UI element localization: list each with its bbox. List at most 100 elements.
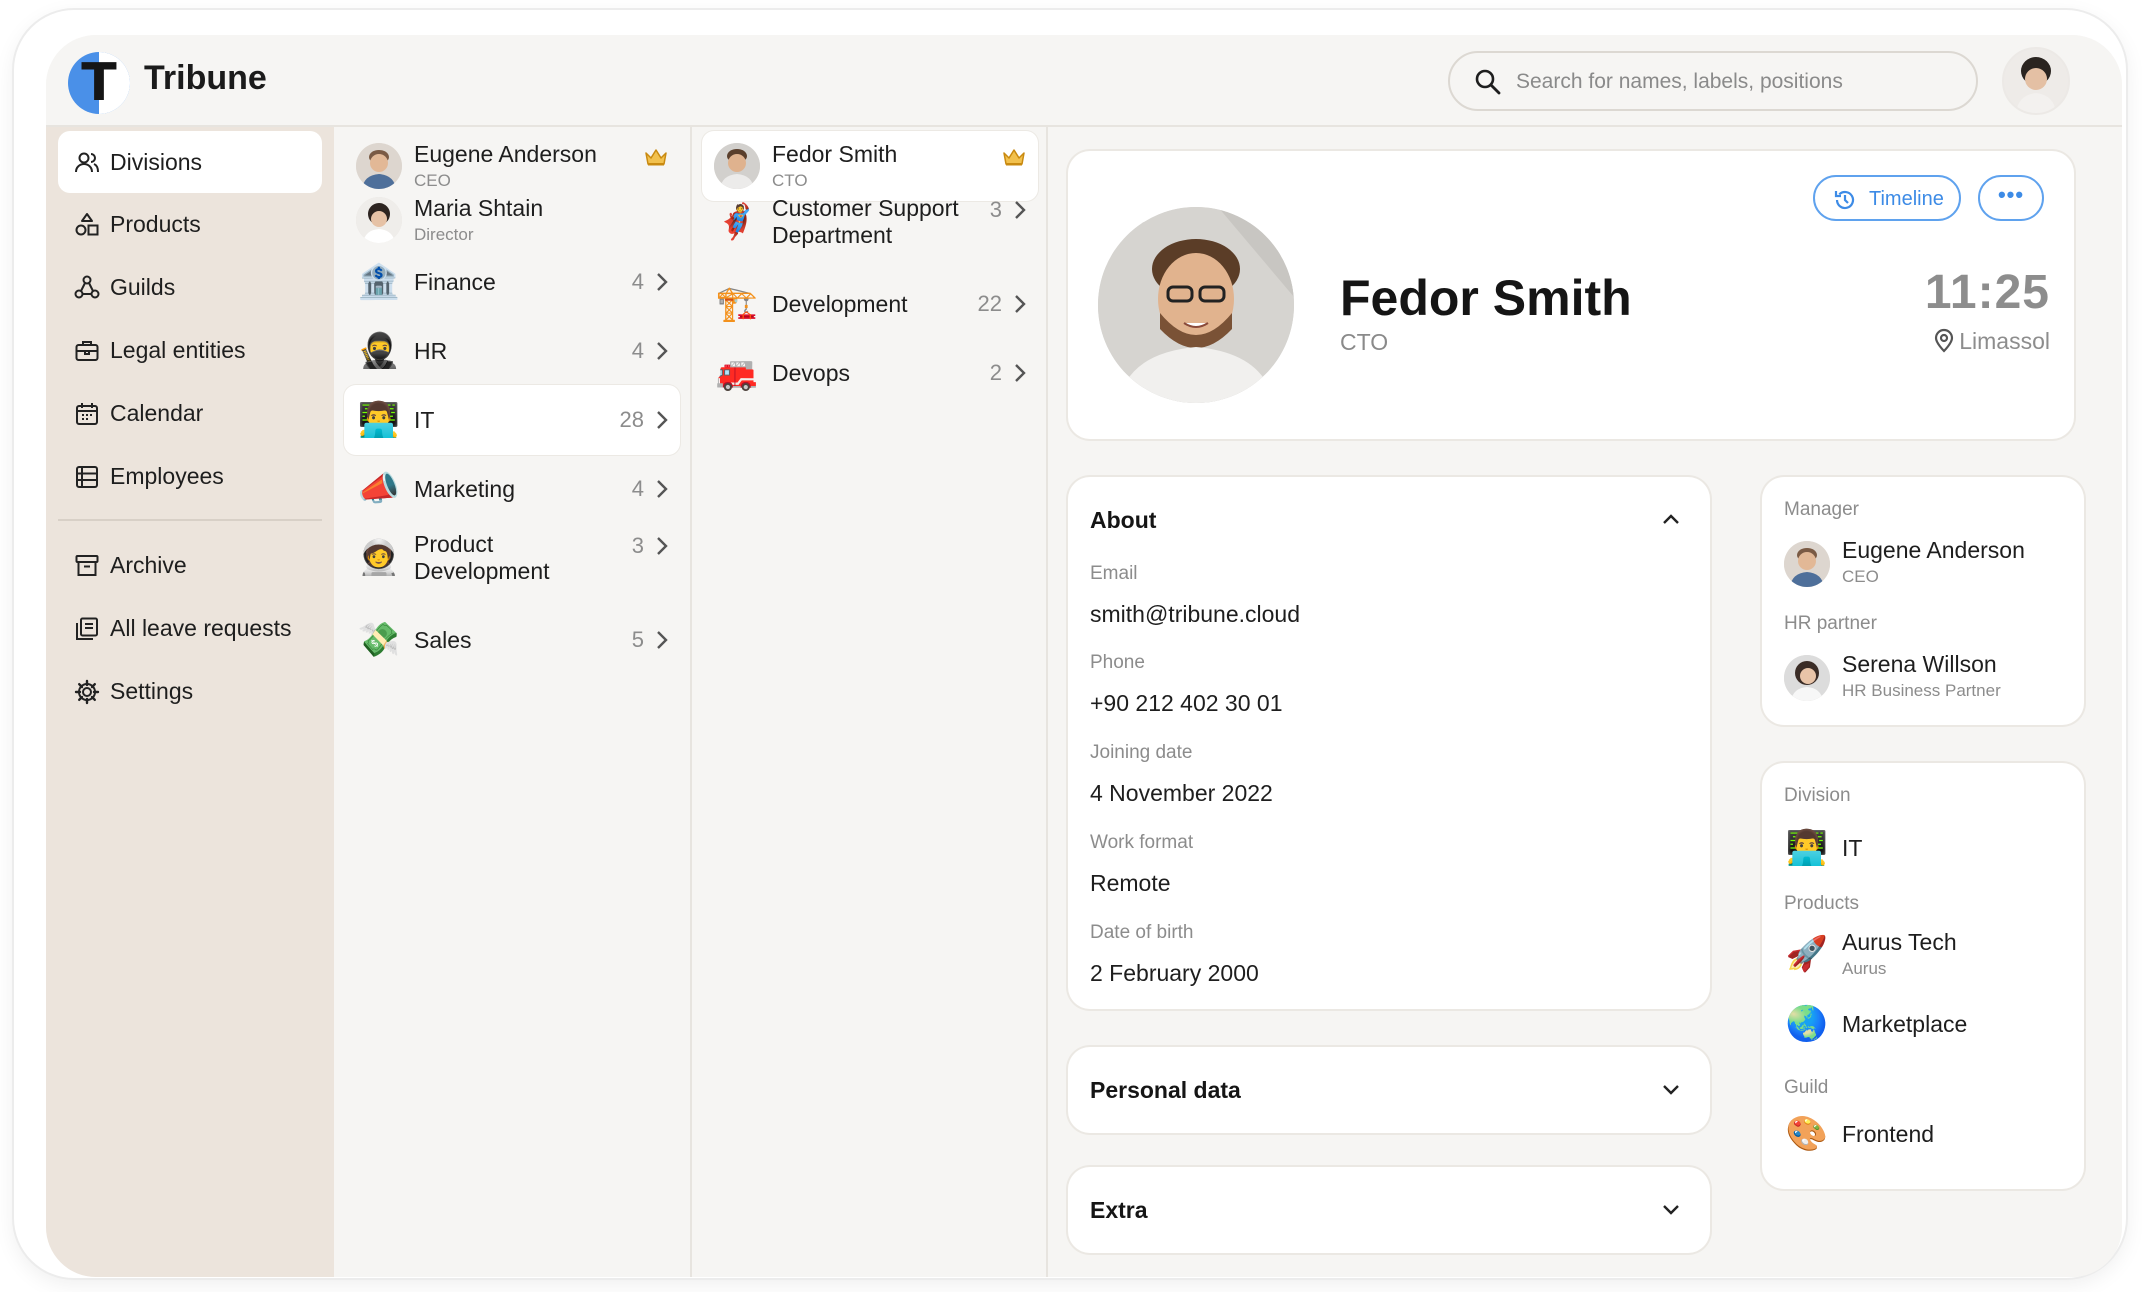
timeline-label: Timeline xyxy=(1869,188,1944,210)
division-name: Marketing xyxy=(414,476,515,502)
top-bar: T Tribune xyxy=(46,35,2122,127)
search-input[interactable] xyxy=(1516,63,1956,101)
superhero-icon: 🦸 xyxy=(715,202,759,242)
sidebar-item-divisions[interactable]: Divisions xyxy=(58,131,322,193)
chevron-right-icon xyxy=(1015,364,1026,382)
member-count: 22 xyxy=(977,291,1002,316)
chevron-up-icon[interactable] xyxy=(1662,513,1680,525)
division-name: IT xyxy=(1842,835,1863,861)
construction-crane-icon: 🏗️ xyxy=(715,284,759,324)
sidebar-item-label: Legal entities xyxy=(110,337,246,363)
product-name: Aurus Tech xyxy=(1842,929,1957,955)
globe-icon: 🌏 xyxy=(1785,1004,1829,1044)
app-screen: T Tribune Divisions Products Guilds Lega… xyxy=(46,35,2122,1277)
date-of-birth-value: 2 February 2000 xyxy=(1090,960,1259,986)
division-row-it[interactable]: 👨‍💻 IT 28 xyxy=(344,385,680,455)
division-row-sales[interactable]: 💸 Sales 5 xyxy=(344,605,680,675)
sidebar-item-label: All leave requests xyxy=(110,615,292,641)
team-row-customer-support[interactable]: 🦸 Customer Support Department 3 xyxy=(702,187,1038,267)
person-row-maria-shtain[interactable]: Maria Shtain Director xyxy=(344,185,680,255)
documents-icon xyxy=(76,617,98,640)
avatar xyxy=(714,143,760,189)
local-time: 11:25 xyxy=(1924,266,2050,319)
hr-partner-role: HR Business Partner xyxy=(1842,681,2001,700)
money-icon: 💸 xyxy=(357,620,401,660)
division-row-marketing[interactable]: 📣 Marketing 4 xyxy=(344,454,680,524)
product-name: Marketplace xyxy=(1842,1011,1968,1037)
sidebar-item-calendar[interactable]: Calendar xyxy=(58,382,322,444)
member-count: 3 xyxy=(989,197,1002,222)
chevron-right-icon xyxy=(1015,295,1026,313)
email-label: Email xyxy=(1090,563,1138,584)
chevron-right-icon xyxy=(657,480,668,498)
division-row-hr[interactable]: 🥷 HR 4 xyxy=(344,316,680,386)
division-name: HR xyxy=(414,338,448,364)
member-count: 5 xyxy=(631,627,644,652)
more-options-button[interactable]: ••• xyxy=(1978,175,2044,221)
search-box[interactable] xyxy=(1448,51,1978,111)
about-title: About xyxy=(1090,507,1157,533)
personal-data-title: Personal data xyxy=(1090,1077,1241,1103)
people-icon xyxy=(75,152,99,173)
calendar-icon xyxy=(76,403,98,425)
person-name: Fedor Smith xyxy=(772,141,898,167)
member-count: 4 xyxy=(631,476,644,501)
phone-label: Phone xyxy=(1090,652,1145,673)
team-row-development[interactable]: 🏗️ Development 22 xyxy=(702,269,1038,339)
extra-section[interactable]: Extra xyxy=(1068,1167,1710,1253)
sidebar-item-settings[interactable]: Settings xyxy=(58,660,322,722)
more-dots-icon: ••• xyxy=(1997,182,2025,207)
personal-data-section[interactable]: Personal data xyxy=(1068,1047,1710,1133)
sidebar-divider xyxy=(58,519,322,521)
crown-icon xyxy=(645,149,667,166)
division-name: Sales xyxy=(414,627,472,653)
person-name: Maria Shtain xyxy=(414,195,544,221)
date-of-birth-label: Date of birth xyxy=(1090,922,1194,943)
sidebar-item-label: Products xyxy=(110,211,201,237)
team-name: Devops xyxy=(772,360,850,386)
product-link-aurus-tech[interactable]: 🚀 Aurus Tech Aurus xyxy=(1784,929,2074,981)
bank-icon: 🏦 xyxy=(357,262,401,302)
manager-label: Manager xyxy=(1784,499,1859,520)
technologist-icon: 👨‍💻 xyxy=(357,400,401,440)
palette-icon: 🎨 xyxy=(1785,1114,1829,1154)
sidebar-item-label: Settings xyxy=(110,678,194,704)
team-name: Customer Support Department xyxy=(772,195,959,248)
chevron-down-icon[interactable] xyxy=(1662,1204,1680,1216)
hr-partner-row[interactable]: Serena Willson HR Business Partner xyxy=(1784,651,2074,703)
sidebar-item-legal-entities[interactable]: Legal entities xyxy=(58,319,322,381)
team-row-devops[interactable]: 🚒 Devops 2 xyxy=(702,338,1038,408)
search-icon xyxy=(1475,69,1501,95)
list-icon xyxy=(76,466,98,488)
division-row-product-development[interactable]: 🧑‍🚀 Product Development 3 xyxy=(344,523,680,603)
team-name: Development xyxy=(772,291,908,317)
extra-title: Extra xyxy=(1090,1197,1148,1223)
sidebar-item-guilds[interactable]: Guilds xyxy=(58,256,322,318)
product-link-marketplace[interactable]: 🌏 Marketplace xyxy=(1784,999,2074,1051)
member-count: 4 xyxy=(631,338,644,363)
tribune-logo-icon[interactable]: T xyxy=(68,52,130,114)
device-frame: T Tribune Divisions Products Guilds Lega… xyxy=(14,10,2126,1278)
guild-link-frontend[interactable]: 🎨 Frontend xyxy=(1784,1109,2074,1161)
archive-icon xyxy=(75,555,99,576)
chevron-down-icon[interactable] xyxy=(1662,1084,1680,1096)
manager-row[interactable]: Eugene Anderson CEO xyxy=(1784,537,2074,589)
sidebar-item-archive[interactable]: Archive xyxy=(58,534,322,596)
sidebar-item-label: Employees xyxy=(110,463,224,489)
member-count: 28 xyxy=(619,407,644,432)
shapes-icon xyxy=(75,213,99,236)
sidebar-item-products[interactable]: Products xyxy=(58,193,322,255)
timeline-button[interactable]: Timeline xyxy=(1813,175,1961,221)
sidebar-item-employees[interactable]: Employees xyxy=(58,445,322,507)
division-link[interactable]: 👨‍💻 IT xyxy=(1784,823,2074,875)
user-avatar[interactable] xyxy=(2002,47,2070,115)
division-row-finance[interactable]: 🏦 Finance 4 xyxy=(344,247,680,317)
rocket-icon: 🚀 xyxy=(1785,934,1829,974)
sidebar-item-label: Guilds xyxy=(110,274,176,300)
sidebar-item-all-leave-requests[interactable]: All leave requests xyxy=(58,597,322,659)
megaphone-icon: 📣 xyxy=(357,469,401,509)
manager-name: Eugene Anderson xyxy=(1842,537,2025,563)
chevron-right-icon xyxy=(657,342,668,360)
division-name: Product Development xyxy=(414,531,550,584)
organization-card: Division 👨‍💻 IT Products 🚀 Aurus Tech Au… xyxy=(1762,763,2084,1189)
